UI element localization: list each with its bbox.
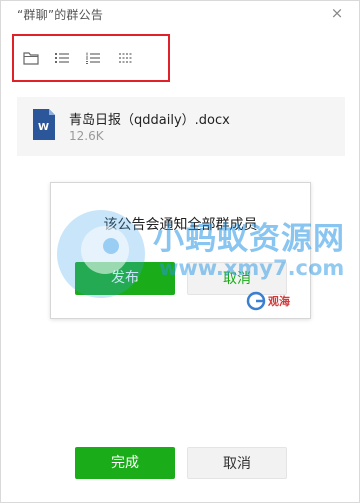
confirm-dialog: 该公告会通知全部群成员 发布 取消 [50, 182, 311, 319]
dialog-message: 该公告会通知全部群成员 [103, 217, 258, 233]
numbered-list-icon[interactable] [84, 50, 102, 66]
dialog-cancel-button[interactable]: 取消 [187, 262, 287, 295]
done-button[interactable]: 完成 [75, 447, 175, 479]
publish-button[interactable]: 发布 [75, 262, 175, 295]
dotted-list-icon[interactable] [117, 50, 135, 66]
close-icon[interactable]: × [329, 5, 345, 21]
cancel-button[interactable]: 取消 [187, 447, 287, 479]
word-document-icon: W [33, 109, 55, 140]
folder-icon[interactable] [22, 50, 40, 66]
announcement-window: “群聊”的群公告 × W 青岛日报（qddaily）.docx 12.6K 该公… [0, 0, 360, 503]
word-icon-letter: W [38, 122, 50, 133]
file-name: 青岛日报（qddaily）.docx [69, 113, 230, 128]
window-title: “群聊”的群公告 [17, 8, 104, 22]
attachment-card[interactable]: W 青岛日报（qddaily）.docx 12.6K [17, 97, 345, 156]
file-size: 12.6K [69, 129, 104, 143]
bullet-list-icon[interactable] [53, 50, 71, 66]
toolbar-highlight [12, 34, 170, 82]
